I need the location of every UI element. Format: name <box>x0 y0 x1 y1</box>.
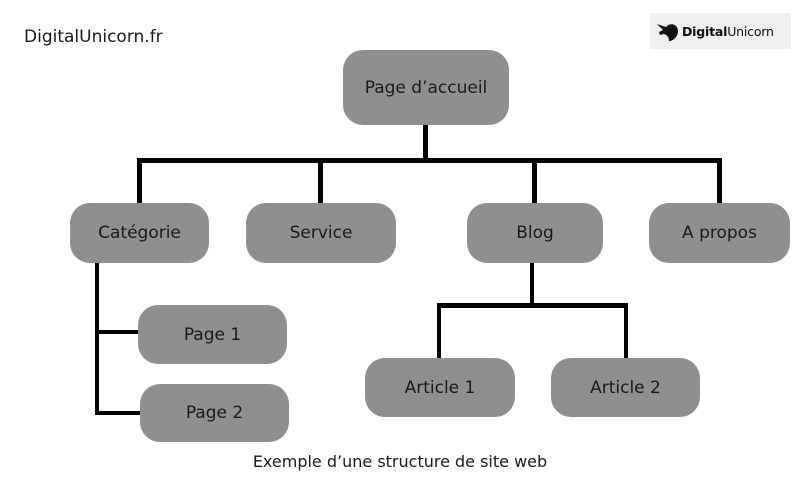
connector-page1 <box>95 330 140 334</box>
unicorn-head-icon <box>657 24 678 41</box>
connector-apropos <box>717 158 722 204</box>
connector-article1 <box>437 303 441 360</box>
node-page2: Page 2 <box>140 384 289 442</box>
node-blog: Blog <box>467 203 603 263</box>
connector-categorie-down <box>95 262 99 415</box>
node-article2: Article 2 <box>551 358 700 417</box>
node-article1: Article 1 <box>365 358 515 417</box>
connector-blog-bar <box>437 303 628 308</box>
connector-blog <box>532 158 537 204</box>
logo: DigitalUnicorn <box>650 13 791 49</box>
connector-categorie <box>137 158 142 204</box>
connector-horizontal-bar <box>137 158 722 163</box>
node-home: Page d’accueil <box>343 50 509 125</box>
node-categorie: Catégorie <box>70 203 209 263</box>
diagram-caption: Exemple d’une structure de site web <box>252 452 548 471</box>
logo-text: DigitalUnicorn <box>682 23 774 39</box>
node-page1: Page 1 <box>138 305 287 364</box>
connector-article2 <box>624 303 628 360</box>
node-service: Service <box>246 203 396 263</box>
connector-page2 <box>95 411 141 415</box>
connector-service <box>318 158 323 204</box>
connector-root-down <box>423 124 428 162</box>
node-apropos: A propos <box>649 203 790 263</box>
site-label: DigitalUnicorn.fr <box>24 27 163 47</box>
connector-blog-down <box>530 262 534 306</box>
